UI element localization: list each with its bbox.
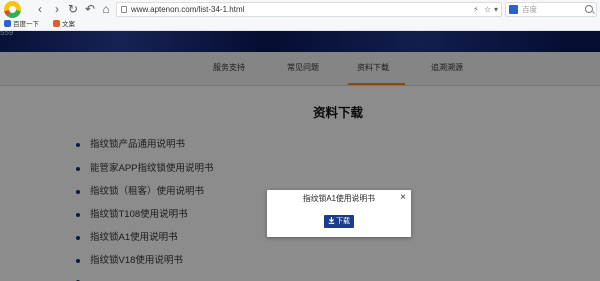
download-icon: [328, 217, 335, 224]
dialog-title: 指纹锁A1使用说明书: [303, 194, 375, 203]
refresh-icon[interactable]: ↻: [66, 2, 80, 16]
address-bar[interactable]: www.aptenon.com/list-34-1.html ⚡ ☆ ▾: [116, 2, 502, 17]
dropdown-icon[interactable]: ▾: [494, 4, 498, 16]
bookmarks-bar: 百度一下 文案: [0, 19, 600, 31]
search-icon[interactable]: [585, 5, 593, 13]
search-box[interactable]: 百度: [505, 2, 597, 17]
home-icon[interactable]: ⌂: [99, 2, 113, 16]
undo-icon[interactable]: ↶: [83, 2, 97, 16]
back-icon[interactable]: ‹: [33, 2, 47, 16]
close-icon[interactable]: ×: [400, 192, 406, 204]
bookmark-label: 百度一下: [13, 21, 39, 28]
forward-icon[interactable]: ›: [50, 2, 64, 16]
web-page: 559 服务支持 常见问题 资料下载 追溯溯源 资料下载 指纹锁产品通用说明书 …: [0, 31, 600, 281]
url-text[interactable]: www.aptenon.com/list-34-1.html: [131, 4, 244, 16]
download-dialog: 指纹锁A1使用说明书 × 下载: [267, 190, 411, 237]
download-button[interactable]: 下载: [324, 215, 354, 228]
search-input[interactable]: 百度: [522, 4, 537, 16]
star-icon[interactable]: ☆: [484, 4, 491, 16]
browser-logo-icon[interactable]: [4, 1, 21, 18]
browser-toolbar: ‹ › ↻ ↶ ⌂ www.aptenon.com/list-34-1.html…: [0, 0, 600, 19]
page-icon: [121, 6, 127, 13]
bookmark-wenan[interactable]: 文案: [53, 20, 75, 30]
modal-backdrop[interactable]: [0, 31, 600, 281]
baidu-paw-icon: [4, 20, 11, 27]
download-label: 下载: [336, 218, 350, 225]
document-icon: [53, 20, 60, 27]
search-engine-icon[interactable]: [509, 5, 518, 14]
lightning-icon[interactable]: ⚡: [473, 4, 479, 16]
bookmark-baidu[interactable]: 百度一下: [4, 20, 39, 30]
bookmark-label: 文案: [62, 21, 75, 28]
